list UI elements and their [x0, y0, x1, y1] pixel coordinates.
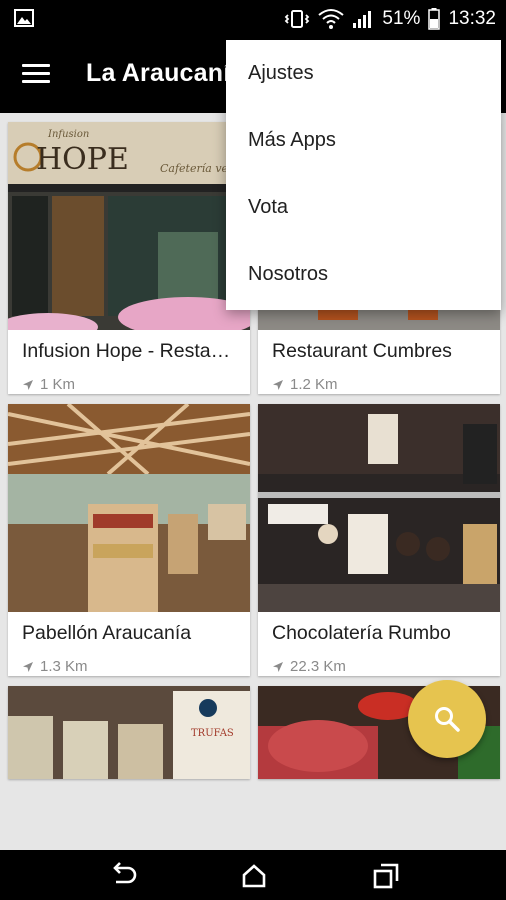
menu-item-mas-apps[interactable]: Más Apps — [226, 107, 501, 174]
vibrate-icon — [285, 9, 310, 28]
navigation-arrow-icon — [23, 661, 33, 672]
place-photo — [8, 404, 250, 612]
signal-icon — [353, 10, 372, 28]
search-icon — [435, 707, 460, 732]
home-icon[interactable] — [240, 862, 268, 890]
menu-item-ajustes[interactable]: Ajustes — [226, 40, 501, 107]
product-label-text: TRUFAS — [191, 728, 234, 739]
overflow-menu: Ajustes Más Apps Vota Nosotros — [226, 40, 501, 310]
distance-text: 1 Km — [40, 376, 76, 393]
battery-icon — [428, 7, 441, 30]
menu-item-vota[interactable]: Vota — [226, 174, 501, 241]
sign-cafe-text: Cafetería veg — [160, 162, 235, 175]
navigation-arrow-icon — [273, 661, 283, 672]
sign-hope-text: HOPE — [36, 142, 129, 177]
battery-percent: 51% — [382, 7, 421, 29]
sign-small-text: Infusion — [47, 129, 89, 140]
place-distance: 1 Km — [22, 376, 75, 393]
place-name: Chocolatería Rumbo — [272, 622, 451, 644]
navigation-bar — [0, 850, 506, 900]
place-card[interactable]: Chocolatería Rumbo 22.3 Km — [258, 404, 500, 676]
distance-text: 1.2 Km — [290, 376, 338, 393]
app-title: La Araucanía — [86, 59, 245, 87]
back-icon[interactable] — [110, 862, 138, 890]
navigation-arrow-icon — [23, 379, 33, 390]
hamburger-menu-icon[interactable] — [22, 59, 56, 89]
status-icons: 51% 13:32 — [284, 0, 496, 37]
place-photo — [258, 404, 500, 612]
status-bar: 51% 13:32 — [0, 0, 506, 37]
place-name: Restaurant Cumbres — [272, 340, 452, 362]
navigation-arrow-icon — [273, 379, 283, 390]
clock: 13:32 — [448, 7, 496, 29]
place-card[interactable]: Infusion HOPE Cafetería veg Infusion Hop… — [8, 122, 250, 394]
distance-text: 1.3 Km — [40, 658, 88, 675]
place-distance: 1.3 Km — [22, 658, 88, 675]
place-card[interactable]: TRUFAS — [8, 686, 250, 779]
menu-item-nosotros[interactable]: Nosotros — [226, 241, 501, 308]
place-photo: Infusion HOPE Cafetería veg — [8, 122, 250, 330]
distance-text: 22.3 Km — [290, 658, 346, 675]
image-notification-icon — [14, 9, 34, 27]
search-fab[interactable] — [408, 680, 486, 758]
place-card[interactable]: Pabellón Araucanía 1.3 Km — [8, 404, 250, 676]
place-distance: 1.2 Km — [272, 376, 338, 393]
place-name: Infusion Hope - Restaurante — [22, 340, 240, 362]
place-photo: TRUFAS — [8, 686, 250, 779]
recents-icon[interactable] — [372, 862, 400, 890]
place-name: Pabellón Araucanía — [22, 622, 192, 644]
wifi-icon — [318, 8, 345, 29]
place-distance: 22.3 Km — [272, 658, 346, 675]
